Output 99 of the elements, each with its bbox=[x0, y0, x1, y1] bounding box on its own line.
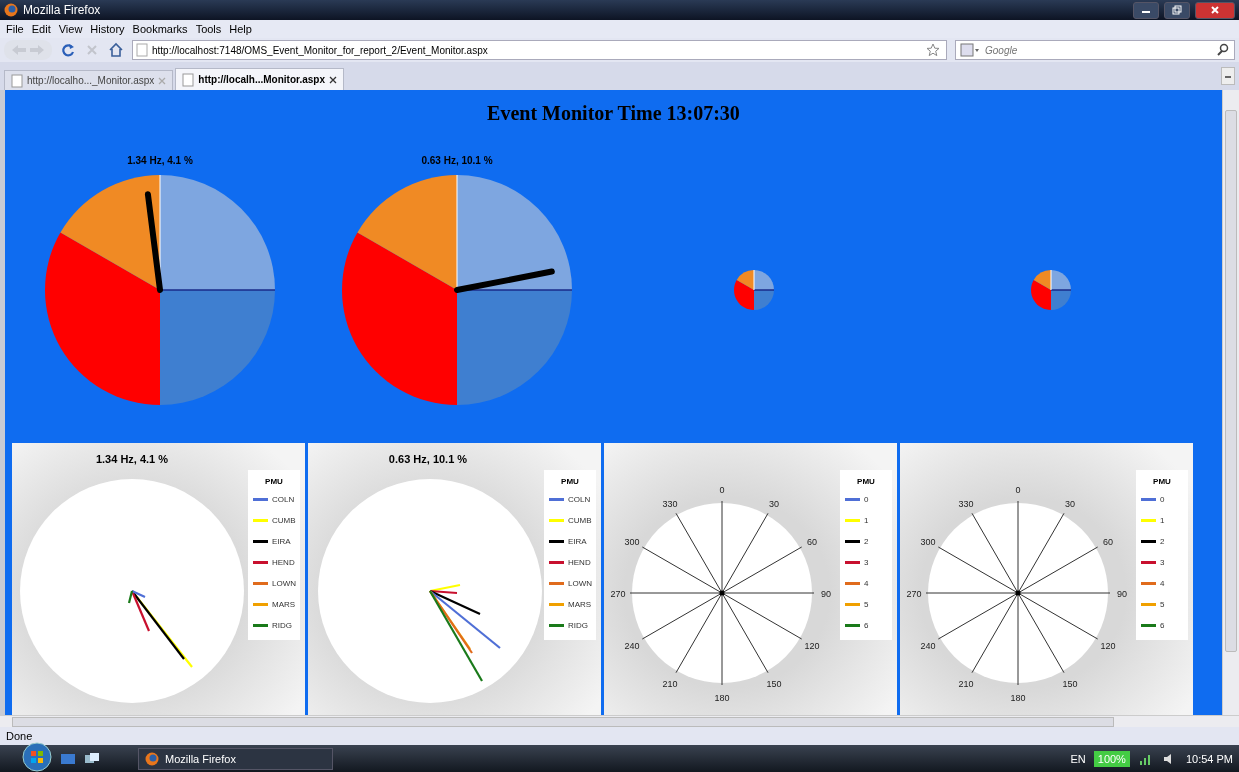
legend-title: PMU bbox=[857, 477, 875, 486]
restore-icon bbox=[1172, 5, 1182, 15]
globe-icon bbox=[4, 3, 18, 17]
reload-icon[interactable] bbox=[60, 42, 76, 58]
angle-label: 0 bbox=[1015, 485, 1021, 495]
angle-label: 60 bbox=[807, 537, 818, 547]
legend-label: LOWN bbox=[272, 579, 296, 588]
legend-label: COLN bbox=[568, 495, 591, 504]
angle-label: 30 bbox=[1065, 498, 1075, 509]
angle-label: 300 bbox=[624, 537, 640, 547]
angle-label: 270 bbox=[610, 589, 626, 599]
minimize-button[interactable] bbox=[1133, 1, 1159, 19]
start-button[interactable] bbox=[22, 741, 52, 772]
angle-label: 90 bbox=[1117, 589, 1127, 599]
legend-label: HEND bbox=[568, 558, 591, 567]
address-field[interactable]: http://localhost:7148/OMS_Event_Monitor_for_report_2/Event_Monitor.aspx bbox=[132, 40, 947, 60]
legend-label: CUMB bbox=[272, 516, 296, 525]
legend-label: 3 bbox=[1160, 558, 1165, 567]
home-icon[interactable] bbox=[108, 42, 124, 58]
angle-label: 270 bbox=[906, 589, 922, 599]
angle-label: 60 bbox=[1103, 537, 1114, 547]
menu-item[interactable]: Bookmarks bbox=[132, 23, 188, 35]
restore-button[interactable] bbox=[1164, 1, 1190, 19]
angle-label: 30 bbox=[769, 498, 779, 509]
angle-label: 120 bbox=[1100, 641, 1116, 651]
horizontal-scrollbar[interactable] bbox=[0, 715, 1239, 727]
angle-label: 240 bbox=[624, 641, 640, 651]
browser-tab[interactable]: http://localho..._Monitor.aspx bbox=[4, 70, 174, 90]
page-icon bbox=[182, 72, 195, 87]
legend-label: 4 bbox=[864, 579, 869, 588]
angle-label: 0 bbox=[719, 485, 725, 495]
legend-label: 1 bbox=[1160, 516, 1165, 525]
menu-item[interactable]: Edit bbox=[31, 23, 51, 35]
legend-label: 2 bbox=[864, 537, 869, 546]
angle-label: 330 bbox=[958, 498, 974, 509]
gauge-label: 1.34 Hz, 4.1 % bbox=[127, 155, 193, 166]
legend-label: 6 bbox=[864, 621, 869, 630]
star-icon[interactable] bbox=[926, 43, 940, 57]
browser-tab[interactable]: http://localh...Monitor.aspx bbox=[175, 68, 344, 90]
legend-label: 0 bbox=[1160, 495, 1165, 504]
clock[interactable]: 10:54 PM bbox=[1185, 752, 1233, 765]
chart-title: 0.63 Hz, 10.1 % bbox=[388, 453, 468, 465]
search-bar[interactable]: Google bbox=[955, 40, 1235, 60]
legend-title: PMU bbox=[1153, 477, 1171, 486]
angle-label: 300 bbox=[920, 537, 936, 547]
chart-title: 1.34 Hz, 4.1 % bbox=[95, 453, 169, 465]
close-button[interactable] bbox=[1195, 1, 1235, 19]
legend-label: CUMB bbox=[568, 516, 592, 525]
page-icon bbox=[136, 43, 148, 57]
legend-label: LOWN bbox=[568, 579, 592, 588]
legend-label: MARS bbox=[272, 600, 296, 609]
menu-item[interactable]: Help bbox=[229, 23, 252, 35]
globe-icon bbox=[145, 751, 159, 766]
legend-label: EIRA bbox=[568, 537, 587, 546]
angle-label: 210 bbox=[958, 679, 974, 690]
legend-label: RIDG bbox=[568, 621, 588, 630]
legend-title: PMU bbox=[561, 477, 579, 486]
angle-label: 150 bbox=[1062, 679, 1078, 690]
legend-label: 2 bbox=[1160, 537, 1165, 546]
legend-label: HEND bbox=[272, 558, 295, 567]
menu-item[interactable]: File bbox=[6, 23, 24, 35]
legend-label: 1 bbox=[864, 516, 869, 525]
menu-item[interactable]: View bbox=[58, 23, 83, 35]
angle-label: 330 bbox=[662, 498, 678, 509]
page-icon bbox=[11, 73, 23, 88]
angle-label: 90 bbox=[821, 589, 831, 599]
legend-label: 5 bbox=[1160, 600, 1165, 609]
legend-label: EIRA bbox=[272, 537, 291, 546]
gauge-pie bbox=[1031, 269, 1072, 310]
legend-label: 5 bbox=[864, 600, 869, 609]
tab-list-button[interactable] bbox=[1221, 67, 1235, 85]
status-text: Done bbox=[6, 730, 33, 742]
taskbar-button[interactable]: Mozilla Firefox bbox=[138, 747, 333, 770]
legend-label: COLN bbox=[272, 495, 295, 504]
close-icon[interactable] bbox=[328, 75, 337, 84]
angle-label: 180 bbox=[1010, 693, 1026, 703]
angle-label: 180 bbox=[714, 693, 730, 703]
window-title: Mozilla Firefox bbox=[23, 3, 101, 17]
legend-label: 0 bbox=[864, 495, 869, 504]
angle-label: 210 bbox=[662, 679, 678, 690]
angle-label: 240 bbox=[920, 641, 936, 651]
legend-label: 6 bbox=[1160, 621, 1165, 630]
legend-label: MARS bbox=[568, 600, 592, 609]
vertical-scrollbar[interactable] bbox=[1222, 90, 1239, 715]
search-engine-icon[interactable] bbox=[960, 43, 980, 57]
page-heading: Event Monitor Time 13:07:30 bbox=[486, 101, 741, 126]
gauge-pie bbox=[734, 269, 775, 310]
menu-item[interactable]: History bbox=[90, 23, 125, 35]
close-icon bbox=[1210, 5, 1220, 15]
language-indicator[interactable]: EN bbox=[1070, 752, 1086, 765]
angle-label: 120 bbox=[804, 641, 820, 651]
legend-label: RIDG bbox=[272, 621, 292, 630]
legend-title: PMU bbox=[265, 477, 283, 486]
gauge-label: 0.63 Hz, 10.1 % bbox=[421, 155, 493, 166]
menu-item[interactable]: Tools bbox=[195, 23, 222, 35]
legend-label: 3 bbox=[864, 558, 869, 567]
search-icon[interactable] bbox=[1216, 43, 1230, 57]
legend-label: 4 bbox=[1160, 579, 1165, 588]
angle-label: 150 bbox=[766, 679, 782, 690]
